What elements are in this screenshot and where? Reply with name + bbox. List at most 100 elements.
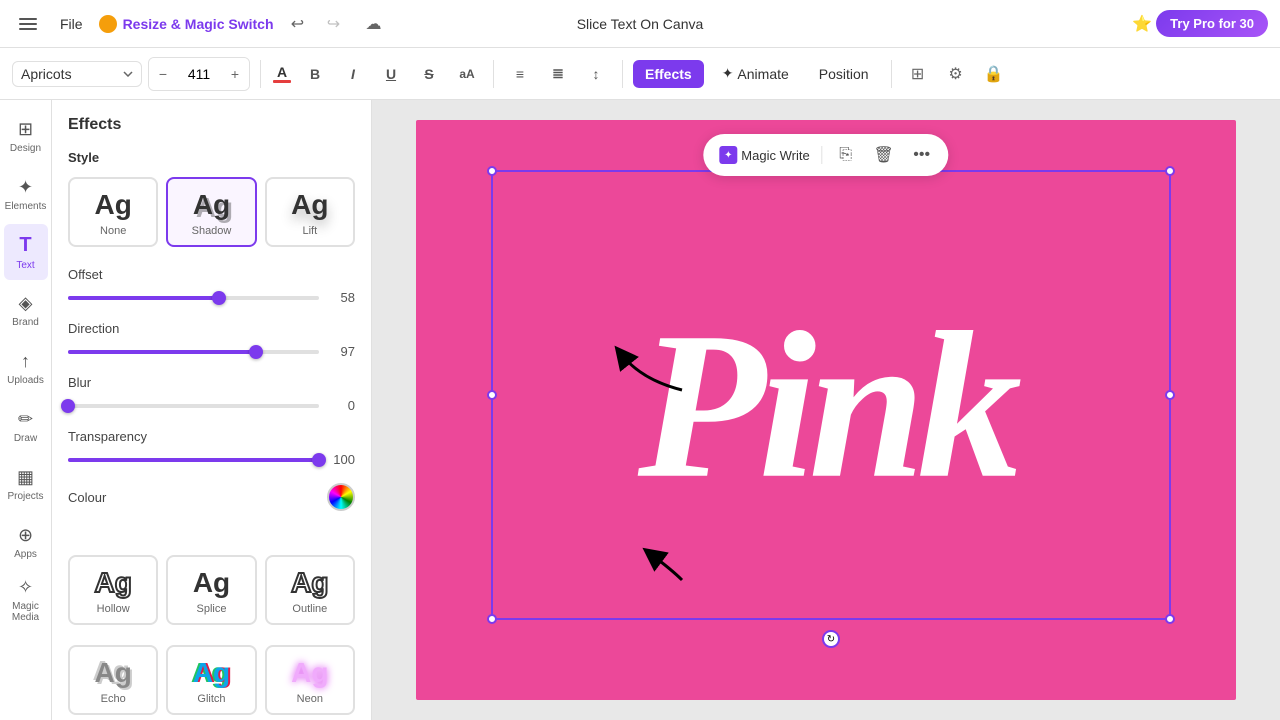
grid-button[interactable]: ⊞	[902, 58, 934, 90]
style-hollow-text: Ag	[95, 569, 132, 597]
text-color-button[interactable]: A	[271, 63, 293, 85]
align-list-button[interactable]: ≣	[542, 58, 574, 90]
style-hollow[interactable]: Ag Hollow	[68, 555, 158, 625]
file-menu[interactable]: File	[52, 12, 91, 36]
selection-box: ↻	[491, 170, 1171, 620]
case-button[interactable]: aA	[451, 58, 483, 90]
align-left-button[interactable]: ≡	[504, 58, 536, 90]
sidebar-item-draw[interactable]: ✏ Draw	[4, 398, 48, 454]
blur-value: 0	[327, 398, 355, 413]
direction-thumb[interactable]	[249, 345, 263, 359]
style-hollow-label: Hollow	[97, 603, 130, 615]
save-cloud-button[interactable]: ☁	[358, 8, 390, 40]
position-button[interactable]: Position	[807, 60, 881, 88]
handle-bottom-right[interactable]	[1165, 614, 1175, 624]
effects-button[interactable]: Effects	[633, 60, 704, 88]
transparency-thumb[interactable]	[312, 453, 326, 467]
font-selector[interactable]: Apricots	[12, 61, 142, 87]
handle-top-left[interactable]	[487, 166, 497, 176]
redo-button[interactable]: ↪	[318, 8, 350, 40]
undo-redo-group: ↩ ↪	[282, 8, 350, 40]
sidebar-item-design[interactable]: ⊞ Design	[4, 108, 48, 164]
bold-button[interactable]: B	[299, 58, 331, 90]
rotate-handle[interactable]: ↻	[822, 630, 840, 648]
style-echo-text: Ag	[95, 659, 132, 687]
underline-button[interactable]: U	[375, 58, 407, 90]
sidebar-item-projects[interactable]: ▦ Projects	[4, 456, 48, 512]
style-none-label: None	[100, 225, 126, 237]
style-lift[interactable]: Ag Lift	[265, 177, 355, 247]
canvas-text: Pink	[638, 312, 1014, 501]
transparency-track[interactable]	[68, 458, 319, 462]
style-outline-label: Outline	[292, 603, 327, 615]
style-echo-label: Echo	[101, 693, 126, 705]
style-echo[interactable]: Ag Echo	[68, 645, 158, 715]
handle-top-right[interactable]	[1165, 166, 1175, 176]
colour-picker[interactable]	[327, 483, 355, 511]
style-splice[interactable]: Ag Splice	[166, 555, 256, 625]
panel-title: Effects	[68, 116, 355, 134]
font-size-decrease[interactable]: −	[149, 58, 177, 90]
direction-track[interactable]	[68, 350, 319, 354]
undo-button[interactable]: ↩	[282, 8, 314, 40]
handle-middle-left[interactable]	[487, 390, 497, 400]
sidebar-item-apps[interactable]: ⊕ Apps	[4, 514, 48, 570]
canvas-area[interactable]: Pink ↻ ✦ Magic Write ⎘ 🗑	[372, 100, 1280, 720]
delete-button[interactable]: 🗑	[869, 140, 899, 170]
style-neon[interactable]: Ag Neon	[265, 645, 355, 715]
offset-thumb[interactable]	[212, 291, 226, 305]
style-grid-3: Ag Echo Ag Glitch Ag Neon	[68, 645, 355, 715]
style-shadow[interactable]: Ag Shadow	[166, 177, 256, 247]
font-size-input[interactable]: 411	[179, 58, 219, 90]
apps-icon: ⊕	[18, 525, 33, 546]
style-glitch[interactable]: Ag Glitch	[166, 645, 256, 715]
handle-middle-right[interactable]	[1165, 390, 1175, 400]
canvas-background: Pink ↻ ✦ Magic Write ⎘ 🗑	[416, 120, 1236, 700]
style-grid-2: Ag Hollow Ag Splice Ag Outline	[68, 555, 355, 625]
offset-label: Offset	[68, 267, 355, 282]
brand-icon: ◈	[19, 293, 33, 314]
sidebar-item-uploads[interactable]: ↑ Uploads	[4, 340, 48, 396]
brand-logo: Resize & Magic Switch	[99, 15, 274, 33]
sidebar-label-uploads: Uploads	[7, 375, 44, 386]
italic-button[interactable]: I	[337, 58, 369, 90]
effects-panel: Effects Style Ag None Ag Shadow Ag Lift …	[52, 100, 372, 720]
blur-thumb[interactable]	[61, 399, 75, 413]
slice-text-label: Slice Text On Canva	[577, 16, 704, 32]
try-pro-container: ⭐ Try Pro for 30	[1132, 10, 1268, 37]
uploads-icon: ↑	[21, 351, 30, 372]
transparency-section: Transparency 100	[68, 429, 355, 467]
transparency-slider-row: 100	[68, 452, 355, 467]
style-shadow-text: Ag	[193, 191, 230, 219]
sidebar-item-magic-media[interactable]: ✧ Magic Media	[4, 572, 48, 628]
magic-write-button[interactable]: ✦ Magic Write	[715, 144, 813, 166]
top-bar: File Resize & Magic Switch ↩ ↪ ☁ Slice T…	[0, 0, 1280, 48]
divider-1	[260, 60, 261, 88]
sidebar-label-elements: Elements	[5, 201, 47, 212]
animate-button[interactable]: ✦ Animate	[710, 59, 801, 88]
colour-label: Colour	[68, 490, 106, 505]
lock-button[interactable]: 🔒	[978, 58, 1010, 90]
colour-row: Colour	[68, 483, 355, 511]
filter-button[interactable]: ⚙	[940, 58, 972, 90]
more-button[interactable]: •••	[907, 140, 937, 170]
handle-bottom-left[interactable]	[487, 614, 497, 624]
try-pro-button[interactable]: Try Pro for 30	[1156, 10, 1268, 37]
offset-value: 58	[327, 290, 355, 305]
style-outline[interactable]: Ag Outline	[265, 555, 355, 625]
style-none[interactable]: Ag None	[68, 177, 158, 247]
copy-button[interactable]: ⎘	[831, 140, 861, 170]
blur-track[interactable]	[68, 404, 319, 408]
strikethrough-button[interactable]: S	[413, 58, 445, 90]
offset-track[interactable]	[68, 296, 319, 300]
sidebar-item-elements[interactable]: ✦ Elements	[4, 166, 48, 222]
sidebar-item-brand[interactable]: ◈ Brand	[4, 282, 48, 338]
sidebar-item-text[interactable]: T Text	[4, 224, 48, 280]
sidebar-label-text: Text	[16, 260, 34, 271]
font-size-increase[interactable]: +	[221, 58, 249, 90]
direction-slider-row: 97	[68, 344, 355, 359]
elements-icon: ✦	[18, 177, 33, 198]
line-height-button[interactable]: ↕	[580, 58, 612, 90]
menu-button[interactable]	[12, 8, 44, 40]
design-icon: ⊞	[18, 119, 33, 140]
